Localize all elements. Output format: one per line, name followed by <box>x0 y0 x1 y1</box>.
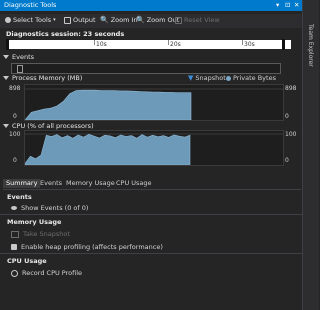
tab-cpu-usage[interactable]: CPU Usage <box>113 179 155 188</box>
collapse-icon <box>3 55 9 59</box>
reset-view-button[interactable]: Reset View <box>175 16 220 24</box>
show-events-label: Show Events (0 of 0) <box>21 204 89 212</box>
output-label: Output <box>73 16 96 24</box>
private-bytes-dot-icon <box>226 75 231 81</box>
timeline-tick-label: 20s <box>170 41 181 48</box>
collapse-icon <box>3 124 9 128</box>
heap-profiling-icon <box>11 244 17 250</box>
timeline-ruler[interactable]: 10s 20s 30s <box>6 39 291 50</box>
tab-memory-usage[interactable]: Memory Usage <box>63 179 118 188</box>
snapshot-triangle-icon: ▼ <box>188 74 194 82</box>
take-snapshot-label: Take Snapshot <box>23 230 70 238</box>
zoom-in-icon: 🔍 <box>100 16 109 24</box>
memory-y-min-left: 0 <box>13 113 17 120</box>
events-section-title: Events <box>12 53 35 61</box>
cpu-section-title: CPU (% of all processors) <box>12 122 94 130</box>
tab-summary[interactable]: Summary <box>3 179 41 188</box>
divider <box>0 214 302 215</box>
details-tabs: Summary Events Memory Usage CPU Usage <box>3 179 301 190</box>
timeline-selection-end-handle[interactable] <box>282 39 285 50</box>
zoom-in-button[interactable]: 🔍 Zoom In <box>100 16 138 24</box>
summary-events-heading: Events <box>7 193 32 201</box>
record-cpu-profile-label: Record CPU Profile <box>22 269 83 277</box>
memory-section-title: Process Memory (MB) <box>12 74 83 82</box>
heap-profiling-label: Enable heap profiling (affects performan… <box>21 243 163 251</box>
memory-y-min-right: 0 <box>285 113 289 120</box>
memory-section-header[interactable]: Process Memory (MB) <box>3 74 82 82</box>
show-events-link[interactable]: Show Events (0 of 0) <box>11 204 88 212</box>
cpu-chart-svg <box>24 133 283 166</box>
memory-chart-svg <box>24 88 283 121</box>
cpu-chart[interactable] <box>24 130 284 166</box>
private-bytes-legend-label: Private Bytes <box>233 74 276 82</box>
record-cpu-profile-button[interactable]: Record CPU Profile <box>11 269 82 277</box>
snapshot-legend-label: Snapshot <box>195 74 226 82</box>
private-bytes-legend: Private Bytes <box>226 74 276 82</box>
timeline-tick-label: 30s <box>244 41 255 48</box>
zoom-in-label: Zoom In <box>110 16 138 24</box>
select-tools-label: Select Tools <box>13 16 52 24</box>
dropdown-icon[interactable]: ▾ <box>276 1 279 9</box>
select-tools-button[interactable]: Select Tools ▾ <box>5 16 56 24</box>
summary-memory-heading: Memory Usage <box>7 218 62 226</box>
cpu-y-max-left: 100 <box>9 131 21 138</box>
cpu-y-max-right: 100 <box>285 131 297 138</box>
timeline-tick <box>168 40 169 45</box>
events-section-header[interactable]: Events <box>3 53 34 61</box>
team-explorer-tab[interactable]: Team Explorer <box>307 24 314 67</box>
window-title: Diagnostic Tools <box>4 1 57 9</box>
chevron-down-icon: ▾ <box>53 17 56 23</box>
gear-icon <box>5 17 11 23</box>
title-bar: Diagnostic Tools ▾ ⊡ ✕ <box>0 0 302 11</box>
zoom-out-button[interactable]: 🔍 Zoom Out <box>136 16 179 24</box>
close-icon[interactable]: ✕ <box>294 1 299 9</box>
memory-area <box>24 89 192 121</box>
timeline-selection-start-handle[interactable] <box>6 39 9 50</box>
cpu-area <box>24 133 191 166</box>
session-header: Diagnostics session: 23 seconds <box>0 29 302 39</box>
take-snapshot-button[interactable]: Take Snapshot <box>11 230 70 238</box>
toolbar: Select Tools ▾ Output 🔍 Zoom In 🔍 Zoom O… <box>0 14 302 28</box>
memory-chart[interactable] <box>24 84 284 121</box>
eye-icon <box>11 206 17 210</box>
timeline-tick-label: 10s <box>96 41 107 48</box>
session-label: Diagnostics session: 23 seconds <box>6 30 125 38</box>
summary-cpu-heading: CPU Usage <box>7 257 47 265</box>
snapshot-legend: ▼ Snapshot <box>188 74 226 82</box>
event-marker[interactable] <box>17 65 23 73</box>
cpu-section-header[interactable]: CPU (% of all processors) <box>3 122 94 130</box>
memory-y-max-right: 898 <box>285 85 297 92</box>
timeline-tick <box>94 40 95 45</box>
cpu-y-min-right: 0 <box>285 157 289 164</box>
cpu-y-min-left: 0 <box>13 157 17 164</box>
zoom-out-icon: 🔍 <box>136 16 145 24</box>
reset-view-label: Reset View <box>184 16 220 24</box>
divider <box>0 253 302 254</box>
camera-icon <box>11 230 19 238</box>
pin-icon[interactable]: ⊡ <box>285 1 290 9</box>
timeline-tick <box>242 40 243 45</box>
collapse-icon <box>3 76 9 80</box>
side-panel-strip: Team Explorer <box>302 0 319 310</box>
reset-view-icon <box>175 16 182 24</box>
output-icon <box>64 16 71 24</box>
events-track[interactable] <box>11 63 281 74</box>
memory-y-max-left: 898 <box>9 85 21 92</box>
record-icon <box>11 269 18 277</box>
tab-events[interactable]: Events <box>37 179 65 188</box>
output-button[interactable]: Output <box>64 16 96 24</box>
heap-profiling-checkbox[interactable]: Enable heap profiling (affects performan… <box>11 243 163 251</box>
